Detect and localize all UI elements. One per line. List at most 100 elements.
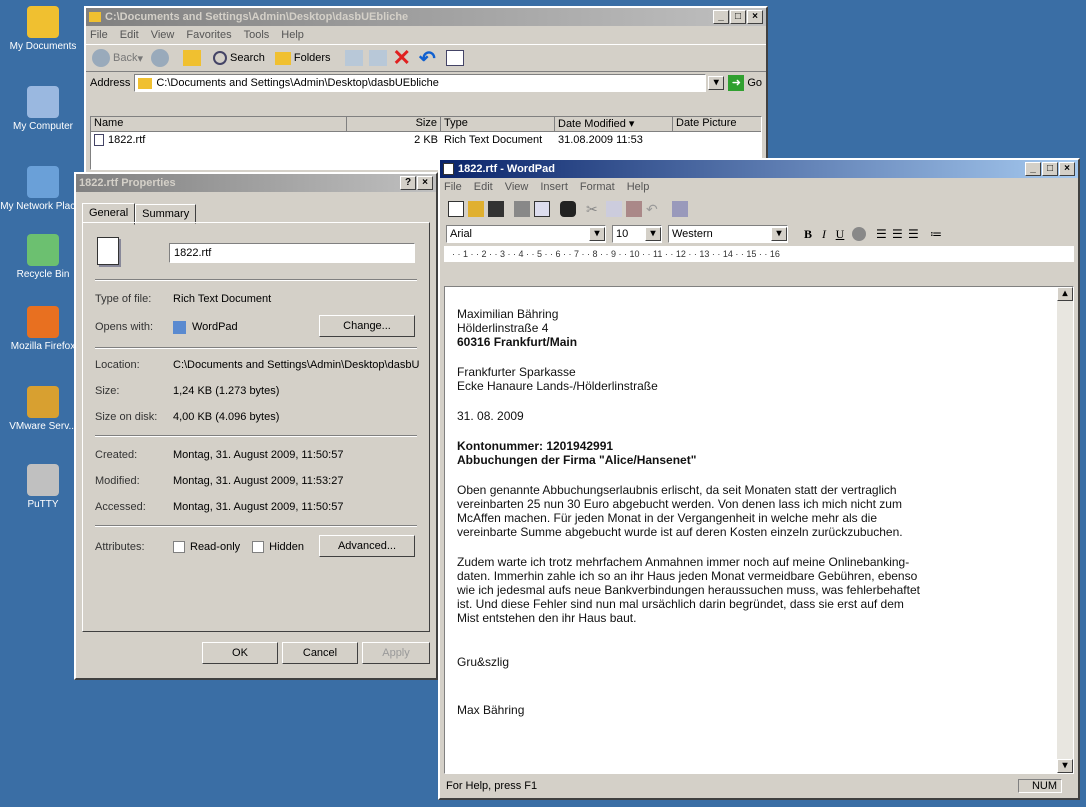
menu-insert[interactable]: Insert [540,181,568,193]
bold-button[interactable]: B [800,227,816,242]
explorer-menubar: File Edit View Favorites Tools Help [86,26,766,44]
wordpad-titlebar[interactable]: 1822.rtf - WordPad _ □ × [440,160,1078,178]
general-panel: 1822.rtf Type of file: Rich Text Document… [82,222,430,632]
scroll-up-icon[interactable]: ▴ [1057,287,1073,301]
minimize-button[interactable]: _ [713,10,729,24]
tab-strip: General Summary [82,202,197,225]
explorer-titlebar[interactable]: C:\Documents and Settings\Admin\Desktop\… [86,8,766,26]
ruler: · · 1 · · 2 · · 3 · · 4 · · 5 · · 6 · · … [444,246,1074,262]
script-select[interactable]: Western ▾ [668,225,788,243]
close-button[interactable]: × [417,176,433,190]
delete-icon[interactable]: ✕ [393,45,411,71]
copy-icon[interactable] [606,201,622,217]
properties-titlebar[interactable]: 1822.rtf Properties ? × [76,174,436,192]
menu-edit[interactable]: Edit [120,29,139,41]
advanced-button[interactable]: Advanced... [319,535,415,557]
maximize-button[interactable]: □ [1042,162,1058,176]
undo-icon[interactable]: ↶ [646,201,662,217]
help-button[interactable]: ? [400,176,416,190]
move-to-icon[interactable] [344,50,363,66]
column-headers: Name Size Type Date Modified ▾ Date Pict… [91,117,761,132]
italic-button[interactable]: I [816,227,832,242]
address-dropdown[interactable]: ▾ [708,76,725,90]
created-row: Created: Montag, 31. August 2009, 11:50:5… [95,449,344,461]
filename-input[interactable]: 1822.rtf [169,243,415,263]
menu-favorites[interactable]: Favorites [186,29,231,41]
close-button[interactable]: × [747,10,763,24]
cut-icon[interactable]: ✂ [586,201,602,217]
num-indicator: NUM [1018,779,1062,793]
menu-file[interactable]: File [90,29,108,41]
go-button[interactable]: ➜ Go [728,75,762,91]
size-row: Size: 1,24 KB (1.273 bytes) [95,385,280,397]
apply-button[interactable]: Apply [362,642,430,664]
standard-toolbar: ✂ ↶ [440,196,1078,222]
views-icon[interactable] [445,50,464,66]
format-toolbar: Arial ▾ 10 ▾ Western ▾ B I U ☰ ☰ ☰ ≔ [440,222,1078,246]
menu-file[interactable]: File [444,181,462,193]
forward-button[interactable] [151,49,169,67]
paste-icon[interactable] [626,201,642,217]
network-icon [27,166,59,198]
menu-edit[interactable]: Edit [474,181,493,193]
recycle-bin-icon [27,234,59,266]
hidden-checkbox[interactable] [252,541,265,553]
bullets-icon[interactable]: ≔ [930,227,946,241]
divider [95,279,417,281]
address-input[interactable]: C:\Documents and Settings\Admin\Desktop\… [134,74,707,92]
table-row[interactable]: 1822.rtf 2 KB Rich Text Document 31.08.2… [91,132,761,147]
chevron-down-icon: ▾ [589,227,605,241]
align-center-icon[interactable]: ☰ [892,227,908,241]
print-preview-icon[interactable] [534,201,550,217]
back-button[interactable]: Back ▾ [92,49,143,67]
rtf-document-icon [97,237,119,265]
font-select[interactable]: Arial ▾ [446,225,606,243]
underline-button[interactable]: U [832,227,848,242]
desktop-icon-label: My Documents [9,41,77,52]
explorer-toolbar: Back ▾ Search Folders ✕ ↶ [86,44,766,72]
column-name[interactable]: Name [91,117,347,131]
minimize-button[interactable]: _ [1025,162,1041,176]
folders-button[interactable]: Folders [274,51,331,65]
close-button[interactable]: × [1059,162,1075,176]
copy-to-icon[interactable] [368,50,387,66]
change-button[interactable]: Change... [319,315,415,337]
tab-summary[interactable]: Summary [135,204,197,224]
menu-help[interactable]: Help [281,29,304,41]
align-right-icon[interactable]: ☰ [908,227,924,241]
open-icon[interactable] [468,201,484,217]
column-type[interactable]: Type [441,117,555,131]
readonly-checkbox[interactable] [173,541,185,553]
maximize-button[interactable]: □ [730,10,746,24]
menu-view[interactable]: View [505,181,529,193]
scroll-down-icon[interactable]: ▾ [1057,759,1073,773]
find-icon[interactable] [560,201,576,217]
up-folder-icon[interactable] [183,50,201,66]
ok-button[interactable]: OK [202,642,278,664]
menu-format[interactable]: Format [580,181,615,193]
column-date-picture[interactable]: Date Picture [673,117,761,131]
align-left-icon[interactable]: ☰ [876,227,892,241]
print-icon[interactable] [514,201,530,217]
menu-help[interactable]: Help [627,181,650,193]
computer-icon [27,86,59,118]
new-icon[interactable] [448,201,464,217]
document-area[interactable]: Maximilian Bähring Hölderlinstraße 4 603… [444,286,1074,774]
column-size[interactable]: Size [347,117,441,131]
vertical-scrollbar[interactable]: ▴ ▾ [1057,287,1073,773]
size-select[interactable]: 10 ▾ [612,225,662,243]
opens-with-row: Opens with: WordPad [95,321,238,334]
menu-view[interactable]: View [151,29,175,41]
menu-tools[interactable]: Tools [244,29,270,41]
column-date-modified[interactable]: Date Modified ▾ [555,117,673,131]
desktop-icon[interactable]: My Documents [0,6,86,52]
save-icon[interactable] [488,201,504,217]
cancel-button[interactable]: Cancel [282,642,358,664]
date-time-icon[interactable] [672,201,688,217]
search-button[interactable]: Search [213,51,265,65]
desktop-icon[interactable]: My Computer [0,86,86,132]
undo-icon[interactable]: ↶ [419,46,436,71]
color-icon[interactable] [852,227,866,241]
vmware-icon [27,386,59,418]
subject-block: Kontonummer: 1201942991 Abbuchungen der … [457,439,697,467]
